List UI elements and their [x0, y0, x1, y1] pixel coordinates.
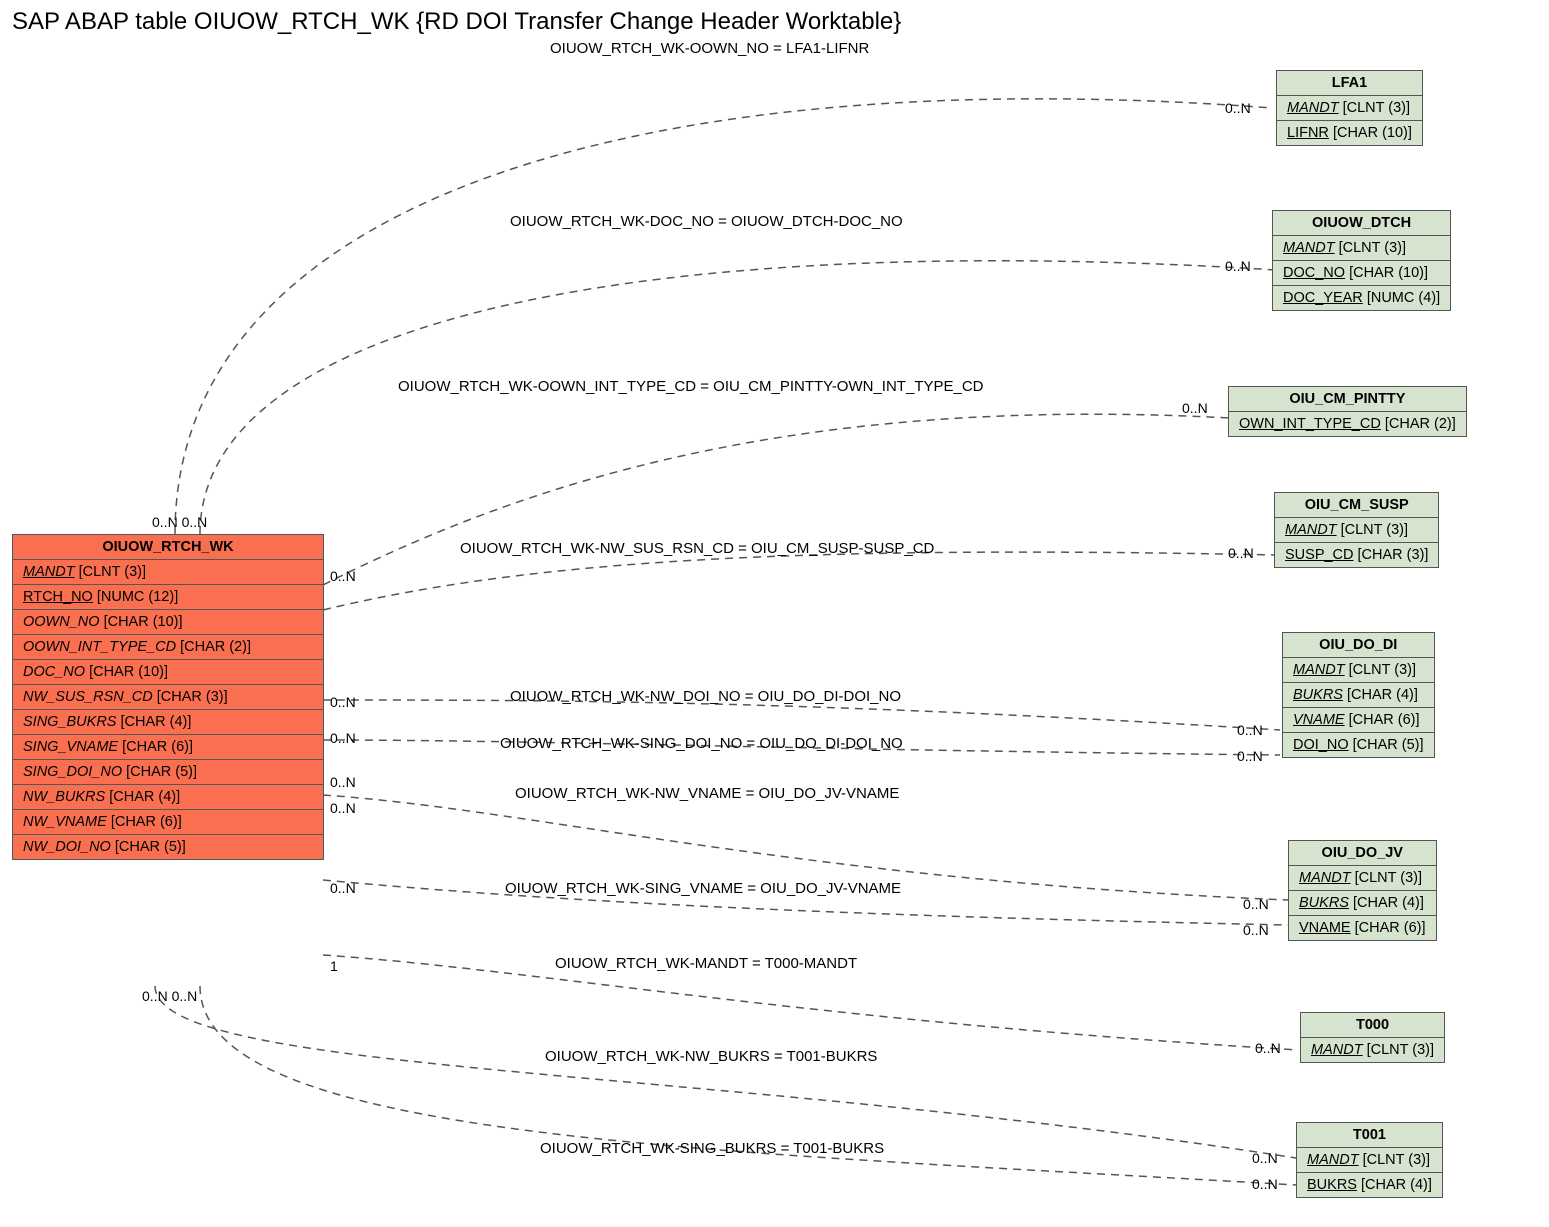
field-row: BUKRS [CHAR (4)]	[1283, 683, 1434, 708]
cardinality-label: 0..N	[1237, 748, 1263, 764]
entity-lfa1: LFA1 MANDT [CLNT (3)] LIFNR [CHAR (10)]	[1276, 70, 1423, 146]
cardinality-label: 0..N	[1243, 922, 1269, 938]
relation-label: OIUOW_RTCH_WK-SING_VNAME = OIU_DO_JV-VNA…	[505, 880, 901, 897]
relation-label: OIUOW_RTCH_WK-OOWN_INT_TYPE_CD = OIU_CM_…	[398, 378, 984, 395]
relation-label: OIUOW_RTCH_WK-NW_SUS_RSN_CD = OIU_CM_SUS…	[460, 540, 934, 557]
entity-t001: T001 MANDT [CLNT (3)] BUKRS [CHAR (4)]	[1296, 1122, 1443, 1198]
field-row: DOC_NO [CHAR (10)]	[13, 660, 323, 685]
entity-oiu-do-jv: OIU_DO_JV MANDT [CLNT (3)] BUKRS [CHAR (…	[1288, 840, 1437, 941]
cardinality-label: 0..N	[1252, 1176, 1278, 1192]
cardinality-label: 0..N	[330, 694, 356, 710]
relation-label: OIUOW_RTCH_WK-NW_BUKRS = T001-BUKRS	[545, 1048, 877, 1065]
cardinality-label: 1	[330, 958, 338, 974]
entity-header: OIU_DO_DI	[1283, 633, 1434, 658]
field-row: MANDT [CLNT (3)]	[1301, 1038, 1444, 1062]
field-row: NW_VNAME [CHAR (6)]	[13, 810, 323, 835]
field-row: SING_DOI_NO [CHAR (5)]	[13, 760, 323, 785]
relation-label: OIUOW_RTCH_WK-NW_DOI_NO = OIU_DO_DI-DOI_…	[510, 688, 901, 705]
entity-header: OIU_CM_SUSP	[1275, 493, 1438, 518]
field-row: MANDT [CLNT (3)]	[1297, 1148, 1442, 1173]
relation-label: OIUOW_RTCH_WK-NW_VNAME = OIU_DO_JV-VNAME	[515, 785, 899, 802]
cardinality-label: 0..N	[330, 800, 356, 816]
field-row: OOWN_NO [CHAR (10)]	[13, 610, 323, 635]
entity-header: LFA1	[1277, 71, 1422, 96]
field-row: BUKRS [CHAR (4)]	[1289, 891, 1436, 916]
cardinality-label: 0..N	[1228, 545, 1254, 561]
relation-label: OIUOW_RTCH_WK-SING_BUKRS = T001-BUKRS	[540, 1140, 884, 1157]
field-row: MANDT [CLNT (3)]	[1277, 96, 1422, 121]
entity-header: OIU_CM_PINTTY	[1229, 387, 1466, 412]
entity-header: OIU_DO_JV	[1289, 841, 1436, 866]
entity-header: OIUOW_RTCH_WK	[13, 535, 323, 560]
field-row: NW_DOI_NO [CHAR (5)]	[13, 835, 323, 859]
relation-label: OIUOW_RTCH_WK-MANDT = T000-MANDT	[555, 955, 857, 972]
field-row: SUSP_CD [CHAR (3)]	[1275, 543, 1438, 567]
entity-header: T001	[1297, 1123, 1442, 1148]
entity-header: T000	[1301, 1013, 1444, 1038]
cardinality-label: 0..N	[1225, 100, 1251, 116]
field-row: BUKRS [CHAR (4)]	[1297, 1173, 1442, 1197]
cardinality-label: 0..N	[330, 880, 356, 896]
relation-label: OIUOW_RTCH_WK-DOC_NO = OIUOW_DTCH-DOC_NO	[510, 213, 903, 230]
entity-t000: T000 MANDT [CLNT (3)]	[1300, 1012, 1445, 1063]
entity-header: OIUOW_DTCH	[1273, 211, 1450, 236]
field-row: MANDT [CLNT (3)]	[1275, 518, 1438, 543]
entity-oiuow-dtch: OIUOW_DTCH MANDT [CLNT (3)] DOC_NO [CHAR…	[1272, 210, 1451, 311]
field-row: DOC_NO [CHAR (10)]	[1273, 261, 1450, 286]
cardinality-label: 0..N 0..N	[152, 514, 207, 530]
field-row: OWN_INT_TYPE_CD [CHAR (2)]	[1229, 412, 1466, 436]
entity-oiu-cm-pintty: OIU_CM_PINTTY OWN_INT_TYPE_CD [CHAR (2)]	[1228, 386, 1467, 437]
er-diagram-canvas: SAP ABAP table OIUOW_RTCH_WK {RD DOI Tra…	[0, 0, 1549, 1227]
cardinality-label: 0..N	[1252, 1150, 1278, 1166]
cardinality-label: 0..N	[330, 568, 356, 584]
entity-oiu-do-di: OIU_DO_DI MANDT [CLNT (3)] BUKRS [CHAR (…	[1282, 632, 1435, 758]
field-row: RTCH_NO [NUMC (12)]	[13, 585, 323, 610]
cardinality-label: 0..N	[1243, 896, 1269, 912]
cardinality-label: 0..N	[1182, 400, 1208, 416]
field-row: DOI_NO [CHAR (5)]	[1283, 733, 1434, 757]
field-row: MANDT [CLNT (3)]	[13, 560, 323, 585]
field-row: LIFNR [CHAR (10)]	[1277, 121, 1422, 145]
field-row: NW_BUKRS [CHAR (4)]	[13, 785, 323, 810]
cardinality-label: 0..N	[1237, 722, 1263, 738]
cardinality-label: 0..N 0..N	[142, 988, 197, 1004]
field-row: MANDT [CLNT (3)]	[1289, 866, 1436, 891]
relation-label: OIUOW_RTCH_WK-OOWN_NO = LFA1-LIFNR	[550, 40, 869, 57]
cardinality-label: 0..N	[330, 730, 356, 746]
cardinality-label: 0..N	[330, 774, 356, 790]
field-row: MANDT [CLNT (3)]	[1283, 658, 1434, 683]
field-row: VNAME [CHAR (6)]	[1283, 708, 1434, 733]
cardinality-label: 0..N	[1225, 258, 1251, 274]
cardinality-label: 0..N	[1255, 1040, 1281, 1056]
entity-oiuow-rtch-wk: OIUOW_RTCH_WK MANDT [CLNT (3)] RTCH_NO […	[12, 534, 324, 860]
field-row: SING_BUKRS [CHAR (4)]	[13, 710, 323, 735]
field-row: NW_SUS_RSN_CD [CHAR (3)]	[13, 685, 323, 710]
field-row: DOC_YEAR [NUMC (4)]	[1273, 286, 1450, 310]
page-title: SAP ABAP table OIUOW_RTCH_WK {RD DOI Tra…	[12, 8, 901, 36]
entity-oiu-cm-susp: OIU_CM_SUSP MANDT [CLNT (3)] SUSP_CD [CH…	[1274, 492, 1439, 568]
field-row: VNAME [CHAR (6)]	[1289, 916, 1436, 940]
relation-label: OIUOW_RTCH_WK-SING_DOI_NO = OIU_DO_DI-DO…	[500, 735, 903, 752]
field-row: MANDT [CLNT (3)]	[1273, 236, 1450, 261]
field-row: OOWN_INT_TYPE_CD [CHAR (2)]	[13, 635, 323, 660]
field-row: SING_VNAME [CHAR (6)]	[13, 735, 323, 760]
